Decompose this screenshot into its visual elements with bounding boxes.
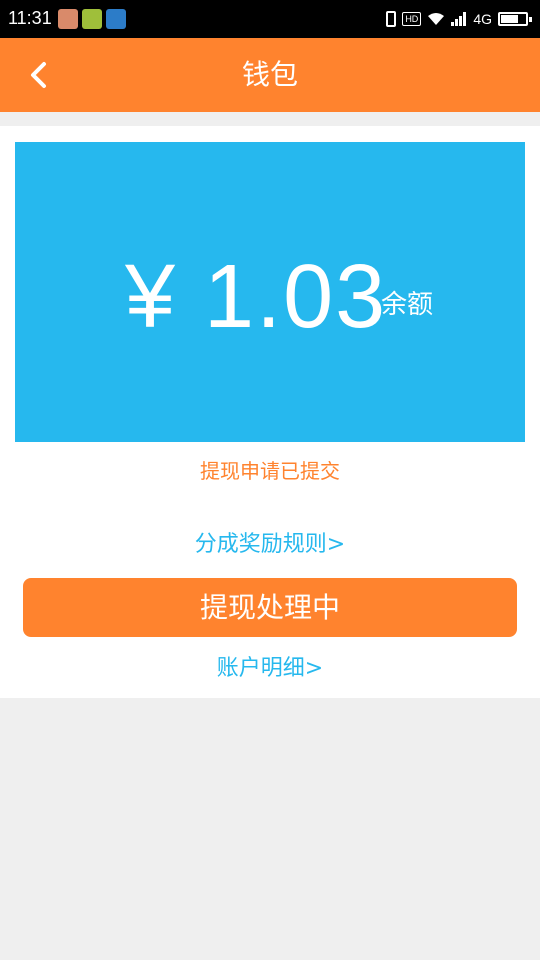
notification-screenshot-icon [106, 9, 126, 29]
battery-fill [501, 15, 518, 23]
notification-app-icon [58, 9, 78, 29]
balance-amount: ¥ 1.03 [125, 247, 388, 347]
withdraw-button[interactable]: 提现处理中 [23, 578, 517, 637]
withdraw-status-text: 提现申请已提交 [200, 459, 340, 483]
account-details-link[interactable]: 账户明细> [0, 655, 540, 683]
network-type: 4G [473, 11, 492, 27]
back-button[interactable] [24, 58, 58, 92]
notification-app-icon [82, 9, 102, 29]
balance-card: ¥ 1.03 余额 [15, 142, 525, 442]
status-icons: HD 4G [386, 8, 532, 30]
battery-tip [529, 17, 532, 22]
reward-rules-link[interactable]: 分成奖励规则> [0, 531, 540, 559]
app-header: 钱包 [0, 38, 540, 112]
battery-icon [498, 12, 532, 26]
status-bar: 11:31 HD 4G [0, 0, 540, 38]
balance-label: 余额 [381, 290, 434, 320]
page-title: 钱包 [241, 58, 298, 91]
status-time: 11:31 [8, 8, 52, 28]
signal-icon [451, 12, 467, 26]
vibrate-icon [386, 11, 397, 27]
wallet-content: ¥ 1.03 余额 提现申请已提交 分成奖励规则> 提现处理中 账户明细> [0, 126, 540, 698]
hd-icon: HD [402, 12, 422, 26]
wifi-icon [428, 13, 445, 25]
chevron-left-icon [31, 62, 46, 88]
